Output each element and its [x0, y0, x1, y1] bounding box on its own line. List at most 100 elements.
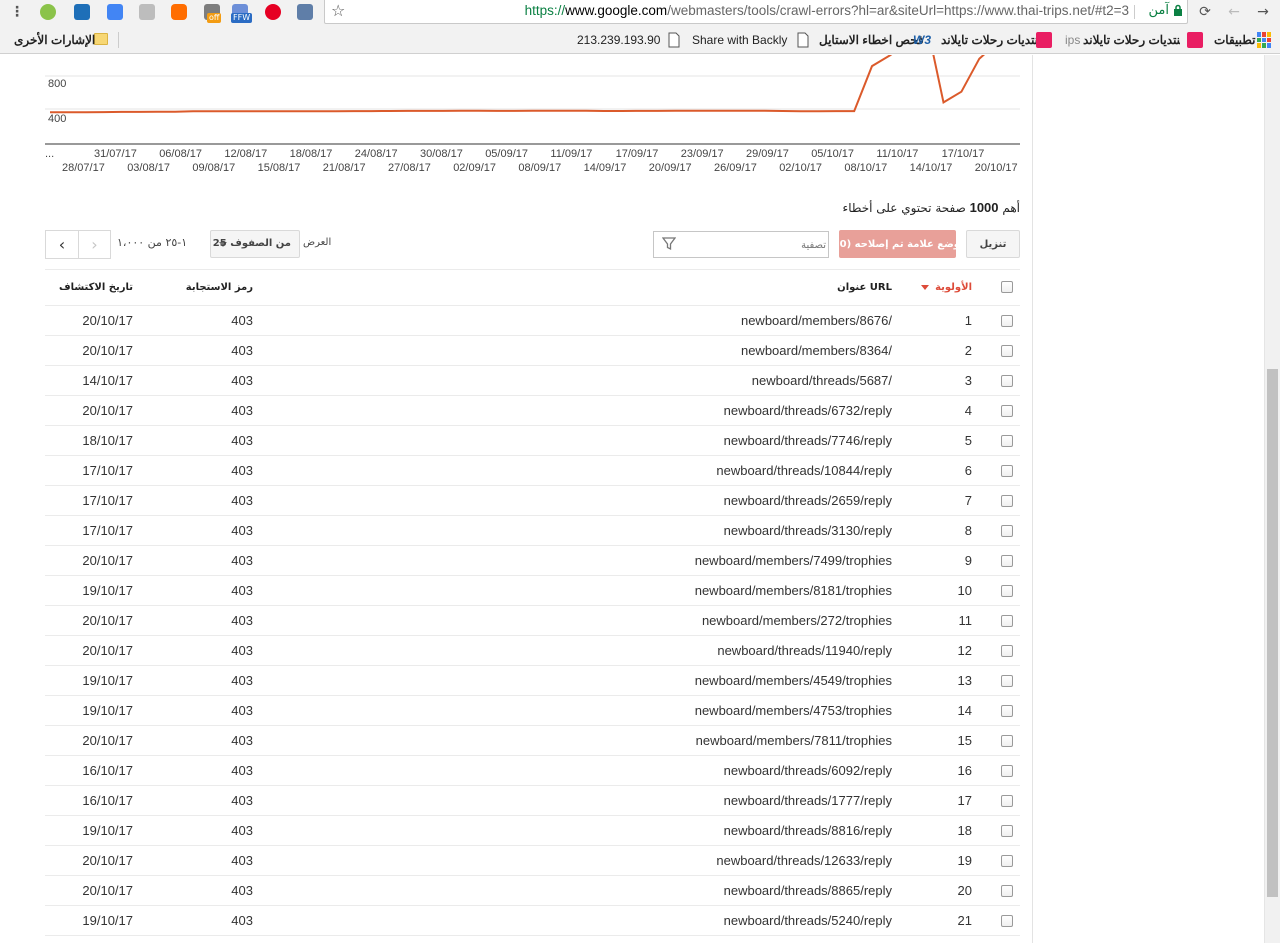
row-url[interactable]: newboard/threads/7746/reply [724, 433, 892, 448]
extension-rss-icon[interactable] [139, 4, 155, 20]
table-row[interactable]: 9 newboard/members/7499/trophies 403 20/10/… [45, 546, 1020, 576]
bookmark-thai-forum-long[interactable]: منتديات رحلات تايلاند | ... [1083, 33, 1180, 47]
row-checkbox[interactable] [1001, 585, 1013, 597]
reload-icon[interactable]: ⟳ [1196, 3, 1214, 21]
row-url[interactable]: newboard/threads/11940/reply [717, 643, 892, 658]
table-row[interactable]: 1 newboard/members/8676/403 20/10/17 [45, 306, 1020, 336]
scrollbar-thumb[interactable] [1267, 369, 1278, 897]
page-scrollbar[interactable] [1264, 55, 1280, 943]
row-checkbox[interactable] [1001, 645, 1013, 657]
row-checkbox[interactable] [1001, 375, 1013, 387]
row-checkbox[interactable] [1001, 855, 1013, 867]
bookmark-star-icon[interactable]: ☆ [331, 1, 345, 20]
row-checkbox[interactable] [1001, 765, 1013, 777]
row-checkbox[interactable] [1001, 615, 1013, 627]
bookmark-ip[interactable]: 213.239.193.90 [577, 33, 660, 47]
table-row[interactable]: 2 newboard/members/8364/403 20/10/17 [45, 336, 1020, 366]
row-url[interactable]: newboard/members/8676/ [741, 313, 892, 328]
row-checkbox[interactable] [1001, 915, 1013, 927]
row-checkbox[interactable] [1001, 555, 1013, 567]
row-url[interactable]: newboard/threads/1777/reply [724, 793, 892, 808]
row-url[interactable]: newboard/threads/6092/reply [724, 763, 892, 778]
filter-input[interactable] [680, 235, 826, 255]
response-code-header[interactable]: رمز الاستجابة [175, 282, 253, 293]
download-button[interactable]: تنزيل [966, 230, 1020, 258]
row-url[interactable]: newboard/threads/5240/reply [724, 913, 892, 928]
mark-as-fixed-button[interactable]: وضع علامة تم إصلاحه (0) [835, 230, 960, 258]
priority-header[interactable]: الأولوية [921, 282, 972, 293]
table-row[interactable]: 14 newboard/members/4753/trophies 403 19/10… [45, 696, 1020, 726]
row-url[interactable]: newboard/members/7811/trophies [696, 733, 892, 748]
table-row[interactable]: 6 newboard/threads/10844/reply 403 17/10/17 [45, 456, 1020, 486]
next-page-button[interactable]: ‹ [45, 230, 78, 259]
row-checkbox[interactable] [1001, 525, 1013, 537]
row-url[interactable]: newboard/members/4753/trophies [695, 703, 892, 718]
pinterest-icon[interactable] [265, 4, 281, 20]
rows-per-page-select[interactable]: 25 من الصفوف [210, 230, 300, 258]
row-url[interactable]: newboard/threads/3130/reply [724, 523, 892, 538]
print-icon[interactable] [297, 4, 313, 20]
filter-funnel-icon[interactable] [662, 237, 676, 251]
table-row[interactable]: 20 newboard/threads/8865/reply 403 20/10/17 [45, 876, 1020, 906]
row-url[interactable]: newboard/threads/6732/reply [724, 403, 892, 418]
table-row[interactable]: 21 newboard/threads/5240/reply 403 19/10/17 [45, 906, 1020, 936]
row-url[interactable]: newboard/threads/8816/reply [724, 823, 892, 838]
row-checkbox[interactable] [1001, 885, 1013, 897]
row-checkbox[interactable] [1001, 795, 1013, 807]
bookmark-share-with-backly[interactable]: Share with Backly [692, 33, 787, 47]
back-arrow-icon[interactable]: → [1254, 3, 1272, 21]
chevron-left-icon: ‹ [58, 235, 66, 254]
bookmark-apps[interactable]: تطبيقات [1214, 33, 1255, 47]
address-bar[interactable]: ☆ https://www.google.com/webmasters/tool… [324, 0, 1188, 24]
table-row[interactable]: 12 newboard/threads/11940/reply 403 20/10/1… [45, 636, 1020, 666]
table-row[interactable]: 18 newboard/threads/8816/reply 403 19/10/17 [45, 816, 1020, 846]
row-checkbox[interactable] [1001, 435, 1013, 447]
filter-field[interactable] [653, 231, 829, 258]
select-all-checkbox[interactable] [1001, 281, 1013, 293]
bookmark-thai-forum[interactable]: منتديات رحلات تايلاند [941, 33, 1045, 47]
row-checkbox[interactable] [1001, 345, 1013, 357]
extension-orange-icon[interactable] [171, 4, 187, 20]
row-checkbox[interactable] [1001, 675, 1013, 687]
table-row[interactable]: 13 newboard/members/4549/trophies 403 19/10… [45, 666, 1020, 696]
table-row[interactable]: 3 newboard/threads/5687/403 14/10/17 [45, 366, 1020, 396]
table-row[interactable]: 17 newboard/threads/1777/reply 403 16/10/17 [45, 786, 1020, 816]
table-row[interactable]: 7 newboard/threads/2659/reply 403 17/10/17 [45, 486, 1020, 516]
row-url[interactable]: newboard/threads/8865/reply [724, 883, 892, 898]
row-url[interactable]: newboard/members/272/trophies [702, 613, 892, 628]
apps-grid-icon[interactable] [1257, 32, 1273, 48]
row-url[interactable]: newboard/members/8364/ [741, 343, 892, 358]
bookmark-style-check[interactable]: فحص اخطاء الاستايل [819, 33, 924, 47]
row-priority: 7 [964, 493, 972, 508]
row-url[interactable]: newboard/threads/10844/reply [716, 463, 892, 478]
table-row[interactable]: 19 newboard/threads/12633/reply 403 20/10/1… [45, 846, 1020, 876]
row-checkbox[interactable] [1001, 705, 1013, 717]
row-checkbox[interactable] [1001, 315, 1013, 327]
row-checkbox[interactable] [1001, 405, 1013, 417]
row-url[interactable]: newboard/threads/12633/reply [716, 853, 892, 868]
detected-date-header[interactable]: تاريخ الاكتشاف [53, 282, 133, 293]
other-bookmarks[interactable]: الإشارات الأخرى [14, 33, 95, 47]
row-url[interactable]: newboard/members/7499/trophies [695, 553, 892, 568]
row-url[interactable]: newboard/threads/2659/reply [724, 493, 892, 508]
menu-kebab-icon[interactable]: ⋮ [8, 3, 26, 21]
row-url[interactable]: newboard/members/4549/trophies [695, 673, 892, 688]
table-row[interactable]: 8 newboard/threads/3130/reply 403 17/10/17 [45, 516, 1020, 546]
table-row[interactable]: 4 newboard/threads/6732/reply 403 20/10/17 [45, 396, 1020, 426]
table-row[interactable]: 16 newboard/threads/6092/reply 403 16/10/17 [45, 756, 1020, 786]
extension-blue-icon[interactable] [74, 4, 90, 20]
table-row[interactable]: 11 newboard/members/272/trophies 403 20/10/… [45, 606, 1020, 636]
table-row[interactable]: 5 newboard/threads/7746/reply 403 18/10/17 [45, 426, 1020, 456]
url-header[interactable]: عنوان URL [837, 282, 892, 293]
table-row[interactable]: 15 newboard/members/7811/trophies 403 20/10… [45, 726, 1020, 756]
row-url[interactable]: newboard/members/8181/trophies [695, 583, 892, 598]
extension-android-icon[interactable] [40, 4, 56, 20]
row-checkbox[interactable] [1001, 825, 1013, 837]
row-url[interactable]: newboard/threads/5687/ [752, 373, 892, 388]
row-checkbox[interactable] [1001, 495, 1013, 507]
table-row[interactable]: 10 newboard/members/8181/trophies 403 19/10… [45, 576, 1020, 606]
row-checkbox[interactable] [1001, 465, 1013, 477]
address-url: https://www.google.com/webmasters/tools/… [525, 3, 1129, 18]
extension-translate-icon[interactable] [107, 4, 123, 20]
row-checkbox[interactable] [1001, 735, 1013, 747]
